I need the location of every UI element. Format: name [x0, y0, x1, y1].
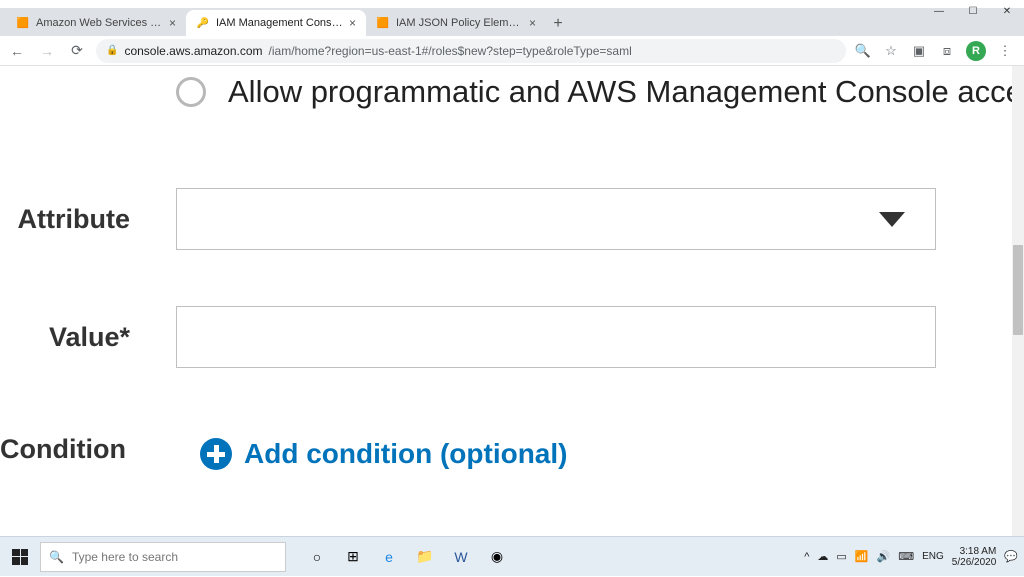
wifi-icon[interactable]: 📶: [855, 550, 869, 563]
vertical-scrollbar[interactable]: [1012, 66, 1024, 536]
notifications-icon[interactable]: 💬: [1004, 550, 1018, 563]
edge-icon[interactable]: e: [378, 546, 400, 568]
chevron-down-icon: [879, 212, 905, 227]
back-button[interactable]: ←: [6, 40, 28, 62]
value-input[interactable]: [176, 306, 936, 368]
lock-icon: 🔒: [106, 45, 118, 56]
windows-taskbar: 🔍 Type here to search ○ ⊞ e 📁 W ◉ ^ ☁ ▭ …: [0, 536, 1024, 576]
url-host: console.aws.amazon.com: [124, 44, 262, 58]
search-icon: 🔍: [49, 550, 64, 564]
forward-button[interactable]: →: [36, 40, 58, 62]
browser-toolbar: ← → ⟳ 🔒 console.aws.amazon.com/iam/home?…: [0, 36, 1024, 66]
extension-icon[interactable]: ⧈: [938, 42, 956, 60]
aws-docs-favicon-icon: 🟧: [376, 16, 390, 30]
cast-icon[interactable]: ▣: [910, 42, 928, 60]
volume-icon[interactable]: 🔊: [877, 550, 891, 563]
add-condition-text: Add condition (optional): [244, 438, 567, 470]
attribute-label: Attribute: [0, 204, 140, 235]
reload-button[interactable]: ⟳: [66, 40, 88, 62]
maximize-button[interactable]: ☐: [956, 0, 990, 22]
address-bar[interactable]: 🔒 console.aws.amazon.com/iam/home?region…: [96, 39, 846, 63]
close-tab-icon[interactable]: ×: [529, 16, 536, 30]
attribute-select[interactable]: [176, 188, 936, 250]
browser-tab[interactable]: 🔑 IAM Management Console ×: [186, 10, 366, 36]
clock-date: 5/26/2020: [952, 557, 997, 568]
browser-tab[interactable]: 🟧 IAM JSON Policy Elements Refere ×: [366, 10, 546, 36]
clock-time: 3:18 AM: [952, 546, 997, 557]
scrollbar-thumb[interactable]: [1013, 245, 1023, 335]
close-tab-icon[interactable]: ×: [349, 16, 356, 30]
profile-avatar[interactable]: R: [966, 41, 986, 61]
iam-favicon-icon: 🔑: [196, 16, 210, 30]
titlebar: [0, 0, 1024, 8]
browser-tabstrip: 🟧 Amazon Web Services Sign-In × 🔑 IAM Ma…: [0, 8, 1024, 36]
browser-tab[interactable]: 🟧 Amazon Web Services Sign-In ×: [6, 10, 186, 36]
value-label: Value*: [0, 322, 140, 353]
word-icon[interactable]: W: [450, 546, 472, 568]
language-indicator[interactable]: ENG: [922, 551, 944, 562]
keyboard-icon[interactable]: ⌨: [898, 550, 914, 563]
radio-label: Allow programmatic and AWS Management Co…: [228, 74, 1023, 110]
condition-label: Condition: [0, 434, 126, 465]
tray-chevron-icon[interactable]: ^: [804, 551, 809, 563]
file-explorer-icon[interactable]: 📁: [414, 546, 436, 568]
system-tray: ^ ☁ ▭ 📶 🔊 ⌨ ENG 3:18 AM 5/26/2020 💬: [804, 546, 1024, 568]
url-path: /iam/home?region=us-east-1#/roles$new?st…: [269, 44, 632, 58]
chrome-icon[interactable]: ◉: [486, 546, 508, 568]
page-content: Allow programmatic and AWS Management Co…: [0, 66, 1024, 536]
search-placeholder: Type here to search: [72, 550, 178, 564]
task-view-icon[interactable]: ⊞: [342, 546, 364, 568]
zoom-icon[interactable]: 🔍: [854, 42, 872, 60]
add-condition-button[interactable]: Add condition (optional): [200, 438, 567, 470]
onedrive-icon[interactable]: ☁: [817, 550, 828, 563]
cortana-icon[interactable]: ○: [306, 546, 328, 568]
minimize-button[interactable]: —: [922, 0, 956, 22]
close-tab-icon[interactable]: ×: [169, 16, 176, 30]
windows-logo-icon: [12, 549, 28, 565]
chrome-menu-icon[interactable]: ⋮: [996, 42, 1014, 60]
radio-unselected-icon[interactable]: [176, 77, 206, 107]
clock[interactable]: 3:18 AM 5/26/2020: [952, 546, 997, 568]
plus-circle-icon: [200, 438, 232, 470]
close-window-button[interactable]: ✕: [990, 0, 1024, 22]
tab-title: Amazon Web Services Sign-In: [36, 17, 163, 29]
aws-favicon-icon: 🟧: [16, 16, 30, 30]
start-button[interactable]: [0, 537, 40, 577]
new-tab-button[interactable]: +: [546, 12, 570, 36]
tab-title: IAM Management Console: [216, 17, 343, 29]
access-type-radio-option[interactable]: Allow programmatic and AWS Management Co…: [176, 74, 1023, 110]
bookmark-icon[interactable]: ☆: [882, 42, 900, 60]
taskbar-search[interactable]: 🔍 Type here to search: [40, 542, 286, 572]
tab-title: IAM JSON Policy Elements Refere: [396, 17, 523, 29]
battery-icon[interactable]: ▭: [836, 550, 846, 563]
